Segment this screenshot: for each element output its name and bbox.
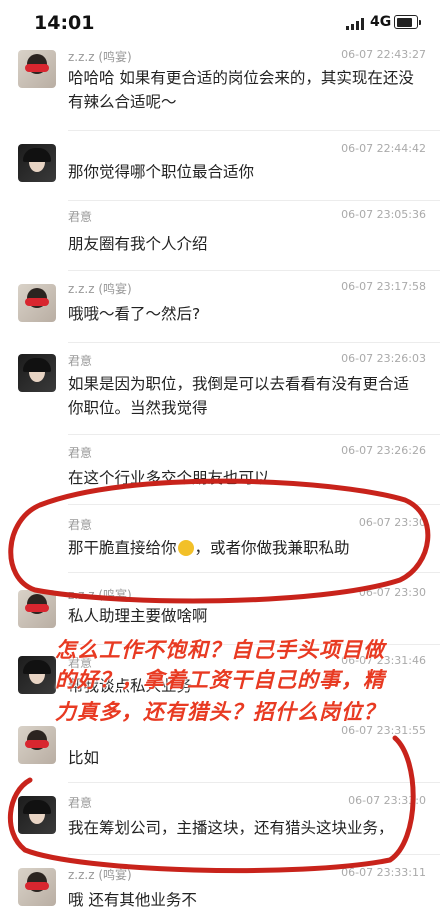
avatar[interactable] [18,284,56,322]
message-time: 06-07 23:26:26 [341,444,426,457]
message-time: 06-07 22:44:42 [341,142,426,155]
annotation-line: 怎么工作不饱和？自己手头项目做 [55,638,385,662]
divider [68,270,440,271]
message-item: 君意 06-07 23:33:0 我在筹划公司，主播这块，还有猎头这块业务， [0,790,440,856]
message-item: 君意 06-07 23:26:26 在这个行业多交个朋友也可以 [0,440,440,505]
avatar[interactable] [18,868,56,906]
avatar[interactable] [18,50,56,88]
sender-name: z.z.z (鸣宴) [68,588,132,602]
message-item: 君意 06-07 23:05:36 朋友圈有我个人介绍 [0,204,440,271]
message-text: 哈哈哈 如果有更合适的岗位会来的，其实现在还没有辣么合适呢～ [68,69,414,111]
network-type: 4G [370,14,392,30]
message-text: 比如 [68,749,100,767]
battery-icon [394,15,421,29]
sender-name: z.z.z (鸣宴) [68,868,132,882]
divider [68,572,440,573]
message-text: 在这个行业多交个朋友也可以 [68,469,270,487]
sender-name: z.z.z (鸣宴) [68,50,132,64]
divider [68,130,440,131]
message-text-part: ，或者你做我兼职私助 [194,539,350,557]
message-text: 哦哦～看了～然后? [68,305,201,323]
status-time: 14:01 [34,12,95,34]
annotation-line: 力真多，还有猎头？招什么岗位？ [55,700,385,724]
message-text-part: 那干脆直接给你 [68,539,177,557]
message-text: 朋友圈有我个人介绍 [68,235,208,253]
divider [68,504,440,505]
message-text: 那干脆直接给你 ，或者你做我兼职私助 [68,536,420,560]
message-item: 06-07 23:31:55 比如 [0,720,440,783]
annotation-line: 的好？，拿着工资干自己的事，精 [55,668,385,692]
divider [68,200,440,201]
message-time: 06-07 23:17:58 [341,280,426,293]
message-text: 哦 还有其他业务不 [68,891,197,909]
grimace-emoji-icon [177,540,194,556]
avatar[interactable] [18,726,56,764]
sender-name: 君意 [68,210,93,224]
message-text: 私人助理主要做啥啊 [68,607,208,625]
divider [68,782,440,783]
message-text: 如果是因为职位，我倒是可以去看看有没有更合适你职位。当然我觉得 [68,375,410,417]
divider [68,342,440,343]
avatar[interactable] [18,144,56,182]
message-time: 06-07 23:30 [358,516,426,529]
status-bar: 14:01 4G [0,0,440,48]
message-item: 06-07 22:44:42 那你觉得哪个职位最合适你 [0,138,440,201]
avatar[interactable] [18,354,56,392]
divider [68,434,440,435]
message-time: 06-07 23:33:11 [341,866,426,879]
sender-name: z.z.z (鸣宴) [68,282,132,296]
message-time: 06-07 23:33:0 [348,794,426,807]
sender-name: 君意 [68,354,93,368]
avatar[interactable] [18,796,56,834]
message-item: 君意 06-07 23:26:03 如果是因为职位，我倒是可以去看看有没有更合适… [0,348,440,435]
message-time: 06-07 23:30 [358,586,426,599]
message-text: 那你觉得哪个职位最合适你 [68,163,255,181]
sender-name: 君意 [68,518,93,532]
message-item: 君意 06-07 23:30 那干脆直接给你 ，或者你做我兼职私助 [0,512,440,576]
sender-name: 君意 [68,446,93,460]
avatar[interactable] [18,590,56,628]
divider [68,854,440,855]
message-time: 06-07 22:43:27 [341,48,426,61]
message-time: 06-07 23:05:36 [341,208,426,221]
message-time: 06-07 23:26:03 [341,352,426,365]
message-item: z.z.z (鸣宴) 06-07 23:17:58 哦哦～看了～然后? [0,276,440,343]
signal-icon [346,18,366,30]
sender-name: 君意 [68,796,93,810]
message-text: 我在筹划公司，主播这块，还有猎头这块业务， [68,819,394,837]
message-item: z.z.z (鸣宴) 06-07 22:43:27 哈哈哈 如果有更合适的岗位会… [0,48,440,131]
message-item: z.z.z (鸣宴) 06-07 23:33:11 哦 还有其他业务不 [0,862,440,918]
